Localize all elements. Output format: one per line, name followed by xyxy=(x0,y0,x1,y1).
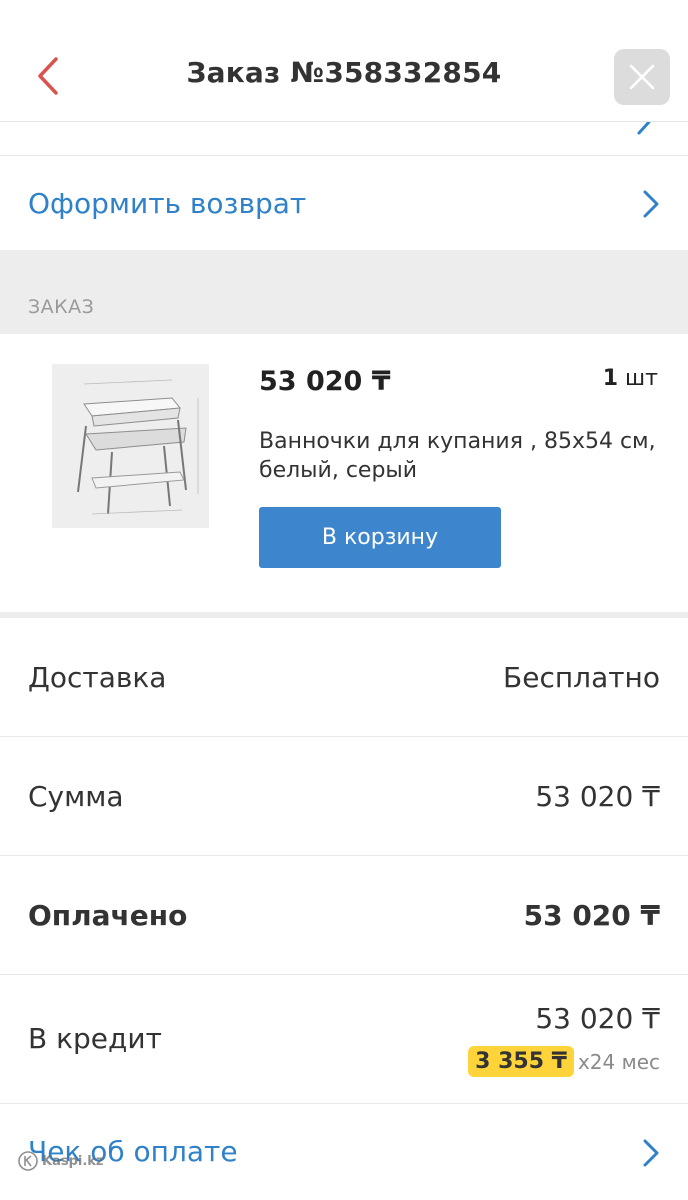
watermark-text: Kaspi.kz xyxy=(42,1153,104,1169)
paid-label: Оплачено xyxy=(28,898,188,932)
product-price: 53 020 ₸ xyxy=(259,366,391,397)
chevron-right-icon xyxy=(643,190,659,217)
installment-info: 3 355 ₸ x24 мес xyxy=(468,1046,660,1077)
order-item: 53 020 ₸ 1 шт Ванночки для купания , 85х… xyxy=(0,334,688,612)
sum-label: Сумма xyxy=(28,779,124,813)
credit-value: 53 020 ₸ xyxy=(535,1002,660,1035)
add-to-cart-button[interactable]: В корзину xyxy=(259,507,501,568)
delivery-label: Доставка xyxy=(28,660,167,694)
credit-label: В кредит xyxy=(28,1022,162,1055)
scrolled-row-stub[interactable] xyxy=(0,122,688,156)
credit-row: В кредит 53 020 ₸ 3 355 ₸ x24 мес xyxy=(0,974,688,1104)
close-icon xyxy=(629,64,655,90)
product-name[interactable]: Ванночки для купания , 85х54 см, белый, … xyxy=(259,427,659,485)
chevron-right-icon xyxy=(643,1139,659,1166)
bath-stand-illustration xyxy=(52,364,209,528)
sum-value: 53 020 ₸ xyxy=(535,779,660,813)
sum-row: Сумма 53 020 ₸ xyxy=(0,737,688,856)
paid-row: Оплачено 53 020 ₸ xyxy=(0,856,688,975)
kaspi-logo-icon xyxy=(18,1151,38,1171)
delivery-value: Бесплатно xyxy=(503,660,660,694)
paid-value: 53 020 ₸ xyxy=(523,898,660,932)
product-image[interactable] xyxy=(52,364,209,528)
return-order-row[interactable]: Оформить возврат xyxy=(0,157,688,250)
order-section-header: ЗАКАЗ xyxy=(0,250,688,334)
top-bar: Заказ №358332854 xyxy=(0,0,688,122)
installment-term: x24 мес xyxy=(577,1049,660,1074)
chevron-right-icon xyxy=(637,122,651,135)
delivery-row: Доставка Бесплатно xyxy=(0,618,688,737)
installment-badge: 3 355 ₸ xyxy=(468,1046,574,1077)
return-order-label: Оформить возврат xyxy=(28,187,307,220)
quantity-number: 1 xyxy=(602,366,619,391)
order-section-title: ЗАКАЗ xyxy=(28,296,95,318)
kaspi-watermark: Kaspi.kz xyxy=(18,1151,104,1171)
scrolled-row-label xyxy=(28,122,37,139)
product-quantity: 1 шт xyxy=(603,366,658,391)
quantity-unit: шт xyxy=(625,366,658,391)
page-title: Заказ №358332854 xyxy=(186,56,502,89)
close-button[interactable] xyxy=(614,49,670,105)
